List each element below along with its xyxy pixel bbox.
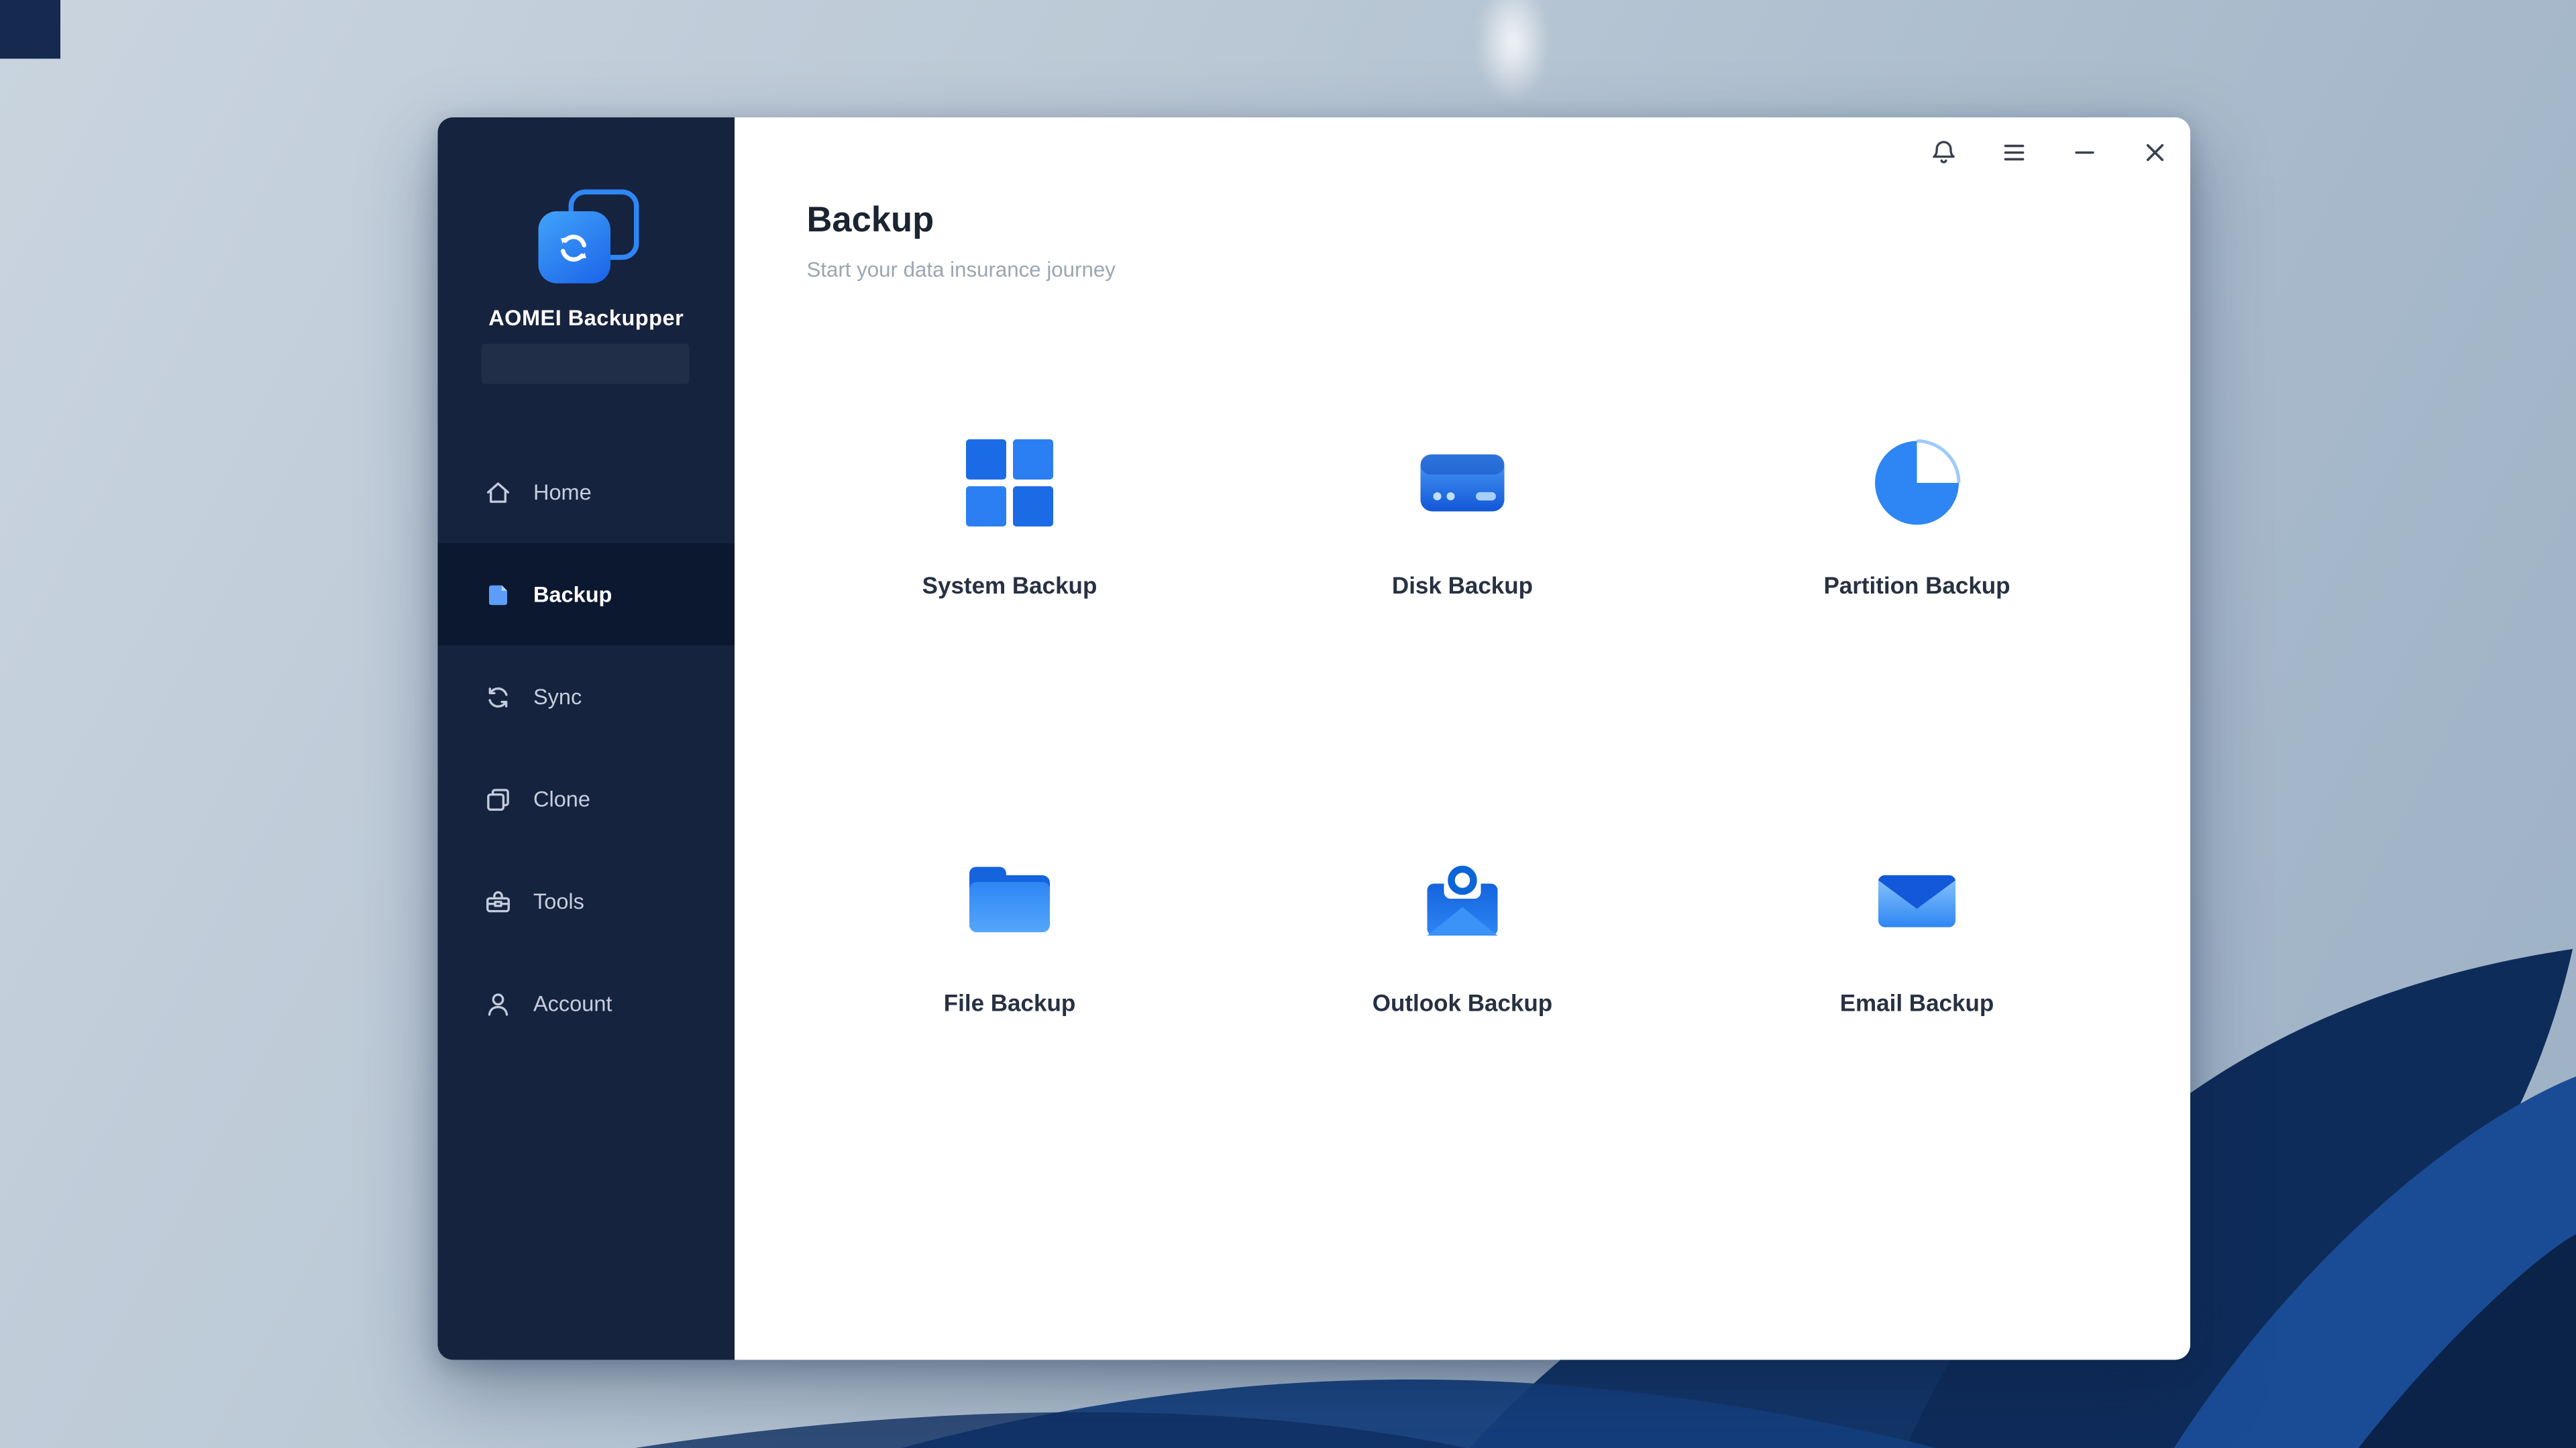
tile-system-backup[interactable]: System Backup <box>784 436 1236 599</box>
system-backup-icon <box>963 436 1057 530</box>
outlook-backup-icon <box>1415 854 1509 948</box>
tile-label: System Backup <box>922 571 1097 599</box>
tile-label: Partition Backup <box>1823 571 2010 599</box>
tile-email-backup[interactable]: Email Backup <box>1690 854 2143 1016</box>
page-subtitle: Start your data insurance journey <box>806 258 1116 282</box>
tile-label: Disk Backup <box>1391 571 1534 599</box>
sidebar-logo-glow <box>481 343 690 384</box>
tile-disk-backup[interactable]: Disk Backup <box>1236 436 1689 599</box>
logo-sync-icon <box>537 211 610 284</box>
sidebar-item-label: Backup <box>533 581 612 608</box>
tile-label: Email Backup <box>1839 989 1994 1016</box>
close-icon <box>2146 144 2164 162</box>
hamburger-icon <box>2004 144 2025 161</box>
app-logo <box>438 189 735 287</box>
sidebar-item-label: Clone <box>533 786 590 812</box>
menu-button[interactable] <box>1999 137 2029 168</box>
page-title: Backup <box>806 201 934 240</box>
sidebar-nav: Home Backup Sync Clone Tools Account <box>437 441 735 1055</box>
minimize-icon <box>2075 151 2094 154</box>
sidebar-item-clone[interactable]: Clone <box>438 748 735 850</box>
clone-icon <box>483 784 513 814</box>
backup-icon <box>483 579 513 610</box>
tile-label: File Backup <box>943 989 1076 1016</box>
sidebar-item-account[interactable]: Account <box>438 952 735 1055</box>
minimize-button[interactable] <box>2070 137 2100 168</box>
disk-backup-icon <box>1415 436 1509 530</box>
sidebar-item-tools[interactable]: Tools <box>438 850 735 953</box>
wallpaper-light-streak <box>1446 0 1580 129</box>
account-icon <box>483 989 513 1019</box>
sidebar-item-label: Sync <box>533 684 582 710</box>
tile-outlook-backup[interactable]: Outlook Backup <box>1236 854 1689 1016</box>
sync-icon <box>483 681 513 712</box>
home-icon <box>483 477 513 507</box>
sidebar-item-label: Account <box>533 991 612 1017</box>
sidebar-item-sync[interactable]: Sync <box>438 646 735 748</box>
sidebar-item-home[interactable]: Home <box>438 441 735 544</box>
sidebar-item-backup[interactable]: Backup <box>437 543 735 646</box>
main-panel: Backup Start your data insurance journey… <box>735 117 2190 1360</box>
app-window: AOMEI Backupper Home Backup Sync Clone T… <box>437 117 2190 1360</box>
tools-icon <box>483 886 513 916</box>
bell-icon <box>1933 141 1955 164</box>
tile-label: Outlook Backup <box>1372 989 1553 1016</box>
tile-file-backup[interactable]: File Backup <box>784 854 1236 1016</box>
window-controls <box>1929 137 2170 168</box>
email-backup-icon <box>1870 854 1964 948</box>
file-backup-icon <box>963 854 1057 948</box>
sidebar-item-label: Home <box>533 480 592 505</box>
app-title: AOMEI Backupper <box>488 305 684 331</box>
desktop-corner-accent <box>0 0 60 59</box>
sidebar: AOMEI Backupper Home Backup Sync Clone T… <box>437 117 735 1360</box>
desktop: AOMEI Backupper Home Backup Sync Clone T… <box>0 0 2576 1448</box>
partition-backup-icon <box>1870 436 1964 530</box>
sidebar-item-label: Tools <box>533 889 584 914</box>
close-button[interactable] <box>2140 137 2170 168</box>
notifications-button[interactable] <box>1929 137 1959 168</box>
tile-partition-backup[interactable]: Partition Backup <box>1690 436 2143 599</box>
